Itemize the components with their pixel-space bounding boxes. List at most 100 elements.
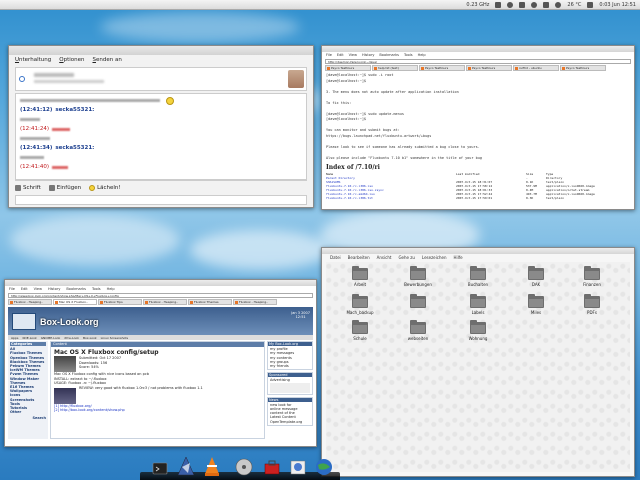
nav-link[interactable]: Linux Screenshots xyxy=(101,336,128,340)
menu-history[interactable]: History xyxy=(362,53,374,57)
screenshot-thumbnail[interactable] xyxy=(54,387,76,404)
browser-tab[interactable]: Psyco Testtours xyxy=(325,65,371,71)
vlc-icon[interactable] xyxy=(202,455,222,477)
menu-view[interactable]: View xyxy=(349,53,357,57)
search-button[interactable]: Search xyxy=(10,416,46,420)
browser-tab[interactable]: Fluxbox - Heaping.. xyxy=(233,299,277,305)
folder-item[interactable] xyxy=(398,294,438,310)
menu-edit[interactable]: Edit xyxy=(337,53,344,57)
browser-tab[interactable]: Fluxbox - Heaping.. xyxy=(8,299,52,305)
folder-item[interactable]: PDFs xyxy=(572,294,612,315)
nav-link[interactable]: Xfce-Look xyxy=(64,336,79,340)
menu-file[interactable]: Datei xyxy=(330,255,341,260)
browser-tab[interactable]: Psyco Testtours xyxy=(419,65,465,71)
menu-help[interactable]: Help xyxy=(418,53,426,57)
chat-format-toolbar: Schrift Einfügen Lächeln! xyxy=(15,180,307,194)
menu-history[interactable]: History xyxy=(48,287,60,291)
menu-options[interactable]: Optionen xyxy=(59,57,84,63)
menu-edit[interactable]: Bearbeiten xyxy=(348,255,370,260)
window-titlebar[interactable] xyxy=(9,46,313,55)
battery-icon[interactable] xyxy=(519,2,526,8)
mail-icon[interactable] xyxy=(587,2,594,8)
folder-item[interactable]: DAK xyxy=(516,266,556,287)
site-logo[interactable]: Box-Look.org xyxy=(40,317,99,327)
terminal-icon[interactable] xyxy=(150,455,170,477)
folder-item[interactable]: Labels xyxy=(458,294,498,315)
chart-icon[interactable] xyxy=(495,2,502,8)
menu-conversation[interactable]: Unterhaltung xyxy=(15,57,51,63)
menu-send-to[interactable]: Senden an xyxy=(92,57,121,63)
menu-view[interactable]: Ansicht xyxy=(377,255,392,260)
insert-button[interactable]: Einfügen xyxy=(48,184,81,191)
browser-tab[interactable]: Fluxbox Tips xyxy=(98,299,142,305)
photo-icon[interactable] xyxy=(288,455,308,477)
folder-label: webseiten xyxy=(407,336,429,341)
file-link[interactable]: fluxbuntu-7.10-rc-i386.txt xyxy=(326,196,456,200)
firefox-window-top[interactable]: File Edit View History Bookmarks Tools H… xyxy=(321,45,635,210)
sidebar-link[interactable]: OpenTemplate.org xyxy=(270,420,310,424)
content-panel: Content Mac OS X Fluxbox config/setup Su… xyxy=(50,341,265,439)
browser-tab-active[interactable]: Mac OS X Fluxbox.. xyxy=(53,299,97,305)
wifi-icon[interactable] xyxy=(531,2,538,8)
nav-link[interactable]: KDE-Look xyxy=(22,336,36,340)
screenshot-thumbnail[interactable] xyxy=(54,356,76,372)
chat-window[interactable]: Unterhaltung Optionen Senden an (12:41:1… xyxy=(8,45,314,208)
chat-log[interactable]: (12:41:12) secka55321: (12:41:24) (12:41… xyxy=(15,93,307,180)
browser-tab[interactable]: Fluxbox Themes xyxy=(188,299,232,305)
nav-link[interactable]: GNOME-Look xyxy=(41,336,61,340)
menu-tools[interactable]: Tools xyxy=(92,287,101,291)
menu-bookmarks[interactable]: Lesezeichen xyxy=(422,255,447,260)
category-link[interactable]: Window Maker Themes xyxy=(10,377,46,385)
font-button[interactable]: Schrift xyxy=(15,184,41,191)
menu-help[interactable]: Hilfe xyxy=(453,255,462,260)
browser-tab[interactable]: rsrfhd - ubuntu xyxy=(513,65,559,71)
folder-item[interactable]: Miles xyxy=(516,294,556,315)
menu-go[interactable]: Gehe zu xyxy=(398,255,414,260)
browser-tab[interactable]: Psyco Testtours xyxy=(560,65,606,71)
wallpaper-cloud xyxy=(190,230,330,270)
folder-item[interactable]: Buchalten xyxy=(458,266,498,287)
nav-link[interactable]: Apps xyxy=(11,336,18,340)
folder-item[interactable]: Arbeit xyxy=(340,266,380,287)
folder-item[interactable]: Bewerbungen xyxy=(398,266,438,287)
avatar[interactable] xyxy=(288,70,304,88)
menu-file[interactable]: File xyxy=(9,287,15,291)
site-logo-icon[interactable] xyxy=(12,313,36,330)
folder-item[interactable]: Finanzen xyxy=(572,266,612,287)
folder-icon xyxy=(352,320,368,334)
volume-icon[interactable] xyxy=(543,2,550,8)
menu-bookmarks[interactable]: Bookmarks xyxy=(66,287,86,291)
menu-tools[interactable]: Tools xyxy=(404,53,413,57)
folder-item[interactable]: Wohnung xyxy=(458,320,498,341)
folder-item[interactable]: Mach_backup xyxy=(340,294,380,315)
menu-file[interactable]: File xyxy=(326,53,332,57)
nav-link[interactable]: Box-Look xyxy=(83,336,97,340)
hard-drive-icon[interactable] xyxy=(234,455,254,477)
sidebar-link[interactable]: my friends xyxy=(270,364,310,368)
menu-bookmarks[interactable]: Bookmarks xyxy=(379,53,399,57)
browser-tab[interactable]: help.txt (text) xyxy=(372,65,418,71)
inkscape-icon[interactable] xyxy=(176,455,196,477)
category-link[interactable]: Other xyxy=(10,410,46,414)
file-manager-window[interactable]: Datei Bearbeiten Ansicht Gehe zu Lesezei… xyxy=(321,247,635,477)
url-field[interactable]: http://daemon.fazery.org/~dave/ xyxy=(325,59,631,64)
menu-view[interactable]: View xyxy=(34,287,42,291)
clock[interactable]: 0:03 Jun 12:51 xyxy=(599,2,636,8)
smile-button[interactable]: Lächeln! xyxy=(89,184,121,191)
toolbox-icon[interactable] xyxy=(262,455,282,477)
folder-item[interactable]: webseiten xyxy=(398,320,438,341)
post-link[interactable]: [2] http://box-look.org/content/show.php xyxy=(54,408,261,413)
menu-help[interactable]: Help xyxy=(107,287,115,291)
message-input[interactable] xyxy=(15,195,307,205)
globe-icon[interactable] xyxy=(314,455,334,477)
browser-tab[interactable]: Fluxbox - Heaping.. xyxy=(143,299,187,305)
folder-view[interactable]: Arbeit Bewerbungen Buchalten DAK Finanze… xyxy=(326,262,630,472)
firefox-window-bottom[interactable]: File Edit View History Bookmarks Tools H… xyxy=(4,279,317,447)
menu-edit[interactable]: Edit xyxy=(21,287,28,291)
navigation-bar: http://www.box-look.org/content/show.php… xyxy=(8,292,313,299)
category-link[interactable]: Fluxbox Themes xyxy=(10,351,46,355)
url-field[interactable]: http://www.box-look.org/content/show.php… xyxy=(8,293,313,298)
network-icon[interactable] xyxy=(507,2,514,8)
folder-item[interactable]: Schule xyxy=(340,320,380,341)
browser-tab[interactable]: Psyco Testtours xyxy=(466,65,512,71)
